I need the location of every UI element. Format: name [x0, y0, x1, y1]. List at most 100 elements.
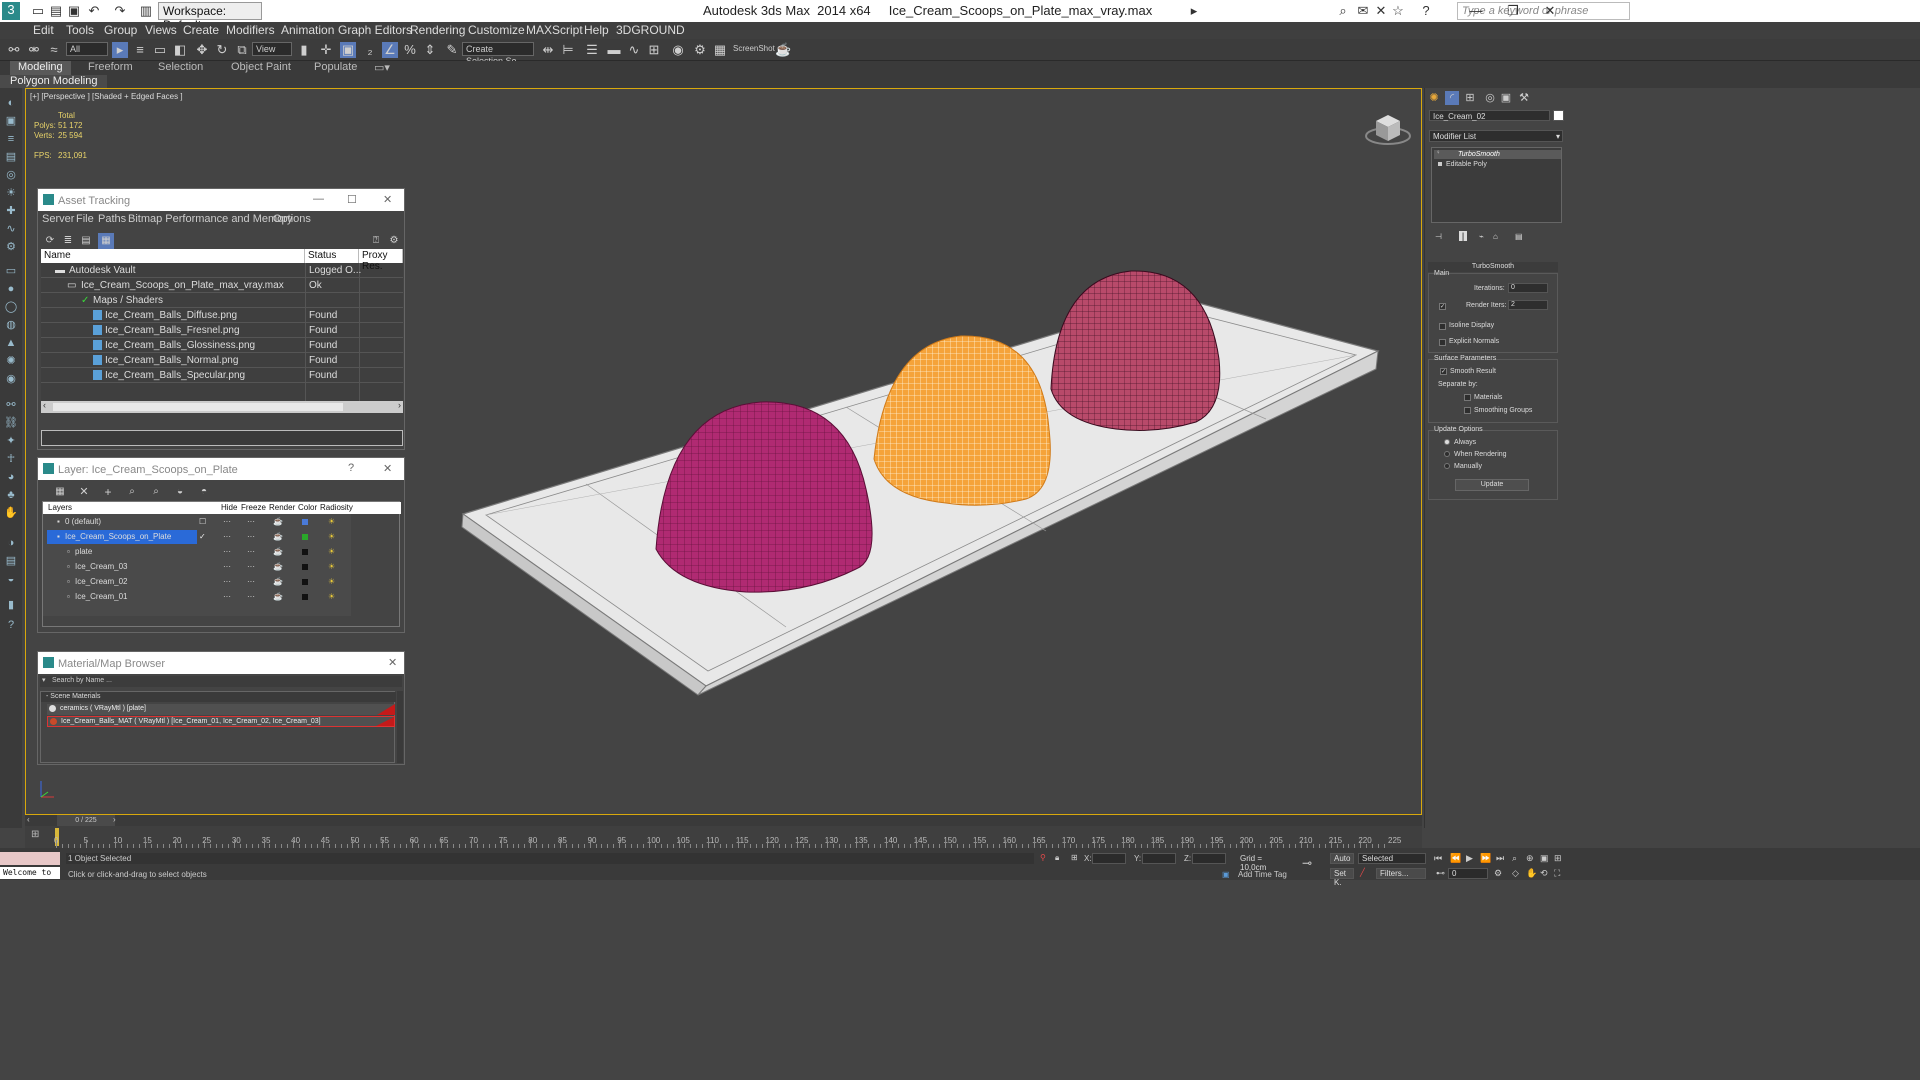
- angle-snap-icon[interactable]: ∠: [382, 42, 398, 58]
- always-radio[interactable]: [1444, 439, 1450, 445]
- zoom-all-icon[interactable]: ⊕: [1526, 853, 1534, 864]
- menu-file[interactable]: File: [76, 213, 94, 225]
- utilities-tab-icon[interactable]: ⚒: [1517, 91, 1531, 105]
- hierarchy-tab-icon[interactable]: ⊞: [1463, 91, 1477, 105]
- layer-row-ice-cream-scoops-on-plate[interactable]: ▪ Ice_Cream_Scoops_on_Plate ✓ ··· ··· ☕ …: [43, 530, 343, 544]
- render-teapot-icon[interactable]: ☕: [273, 577, 283, 586]
- select-object-icon[interactable]: ▸: [112, 42, 128, 58]
- selection-lock-icon[interactable]: 🔒︎: [1055, 853, 1059, 863]
- binoculars-icon[interactable]: ⌕: [1335, 3, 1351, 19]
- space-warp-icon[interactable]: ∿: [4, 222, 18, 236]
- keyboard-shortcut-override-icon[interactable]: ▣: [340, 42, 356, 58]
- search-expand-icon[interactable]: ▸: [1186, 3, 1202, 19]
- display-tab-icon[interactable]: ▣: [1499, 91, 1513, 105]
- undo-icon[interactable]: ↶: [86, 3, 102, 19]
- freeze-toggle[interactable]: ···: [247, 517, 255, 526]
- maximize-icon[interactable]: ❐: [1505, 3, 1521, 19]
- geosphere-tool-icon[interactable]: ◉: [4, 372, 18, 386]
- render-tool-icon[interactable]: ▣: [4, 114, 18, 128]
- list-view-icon[interactable]: ≣: [60, 233, 76, 249]
- menu-3dground[interactable]: 3DGROUND: [616, 23, 685, 37]
- layer-row-default[interactable]: ▪ 0 (default) ☐ ··· ··· ☕ ☀: [43, 515, 343, 529]
- rectangular-selection-icon[interactable]: ▭: [152, 42, 168, 58]
- current-layer-check-icon[interactable]: ✓: [199, 532, 206, 541]
- freeze-all-layers-icon[interactable]: ◓: [196, 484, 212, 500]
- box-tool-icon[interactable]: ▭: [4, 264, 18, 278]
- column-layers[interactable]: Layers: [48, 503, 72, 512]
- camera-tool-icon[interactable]: ◎: [4, 168, 18, 182]
- scroll-left-icon[interactable]: ‹: [43, 400, 46, 410]
- minimize-icon[interactable]: —: [1468, 3, 1484, 19]
- settings-icon[interactable]: ⚙: [386, 233, 402, 249]
- help-icon[interactable]: ?: [1418, 3, 1434, 19]
- column-proxy-res[interactable]: Proxy Res.: [359, 249, 403, 272]
- move-icon[interactable]: ✥: [194, 42, 210, 58]
- freeze-toggle[interactable]: ···: [247, 532, 255, 541]
- make-unique-icon[interactable]: ⌁: [1479, 232, 1484, 241]
- named-selection-dropdown[interactable]: Create Selection Se: [462, 42, 534, 66]
- modify-tab-icon[interactable]: ◜: [1445, 91, 1459, 105]
- column-status[interactable]: Status: [305, 249, 359, 263]
- layer-color-swatch[interactable]: [302, 564, 308, 570]
- material-browser-titlebar[interactable]: Material/Map Browser ✕: [38, 652, 404, 674]
- menu-modifiers[interactable]: Modifiers: [226, 23, 275, 37]
- remove-modifier-icon[interactable]: ⌂: [1493, 232, 1498, 241]
- x-coordinate-field[interactable]: [1092, 853, 1126, 864]
- pan-icon[interactable]: ✋: [1526, 868, 1537, 879]
- show-end-result-icon[interactable]: |: [1459, 231, 1467, 241]
- scrollbar-thumb[interactable]: [53, 403, 343, 411]
- motion-tab-icon[interactable]: ◎: [1483, 91, 1497, 105]
- screenshot-label[interactable]: ScreenShot: [733, 44, 775, 53]
- z-coordinate-field[interactable]: [1192, 853, 1226, 864]
- redo-icon[interactable]: ↷: [112, 3, 128, 19]
- left-help-icon[interactable]: ?: [4, 618, 18, 632]
- orbit-icon[interactable]: ⟲: [1540, 868, 1548, 879]
- y-coordinate-field[interactable]: [1142, 853, 1176, 864]
- menu-tools[interactable]: Tools: [66, 23, 94, 37]
- create-tab-icon[interactable]: ✺: [1427, 91, 1441, 105]
- layer-row-ice-cream-01[interactable]: ▫ Ice_Cream_01 ··· ··· ☕ ☀: [43, 590, 343, 604]
- select-and-link-icon[interactable]: ⚯: [6, 42, 22, 58]
- maxscript-listener-input[interactable]: Welcome to: [0, 867, 60, 879]
- frame-counter[interactable]: 0 / 225: [57, 815, 115, 826]
- menu-bitmap-performance[interactable]: Bitmap Performance and Memory: [128, 213, 292, 225]
- current-frame-field[interactable]: 0: [1448, 868, 1488, 879]
- table-row[interactable]: Ice_Cream_Balls_Fresnel.png Found: [41, 324, 403, 338]
- menu-paths[interactable]: Paths: [98, 213, 126, 225]
- tab-modeling[interactable]: Modeling: [10, 61, 71, 75]
- track-bar[interactable]: ⊞ 05101520253035404550556065707580859095…: [25, 826, 1422, 848]
- column-hide[interactable]: Hide: [221, 503, 237, 512]
- new-file-icon[interactable]: ▭: [30, 3, 46, 19]
- schematic-view-icon[interactable]: ⊞: [646, 42, 662, 58]
- system-tool-icon[interactable]: ⚙: [4, 240, 18, 254]
- layer-color-swatch[interactable]: [302, 579, 308, 585]
- torus-tool-icon[interactable]: ◍: [4, 318, 18, 332]
- rotate-icon[interactable]: ↻: [214, 42, 230, 58]
- object-color-swatch[interactable]: [1553, 110, 1564, 121]
- previous-key-icon[interactable]: ⏪: [1450, 853, 1461, 864]
- menu-rendering[interactable]: Rendering: [410, 23, 465, 37]
- layer-row-ice-cream-03[interactable]: ▫ Ice_Cream_03 ··· ··· ☕ ☀: [43, 560, 343, 574]
- render-teapot-icon[interactable]: ☕: [775, 42, 791, 58]
- when-rendering-radio[interactable]: [1444, 451, 1450, 457]
- stack-expand-icon[interactable]: [1438, 162, 1442, 166]
- modifier-list-dropdown[interactable]: Modifier List ▾: [1429, 130, 1563, 142]
- project-folder-icon[interactable]: ▥: [138, 3, 154, 19]
- set-key-button[interactable]: Set K.: [1330, 868, 1354, 887]
- materials-checkbox[interactable]: [1464, 394, 1471, 401]
- layer-manager-icon[interactable]: ☰: [584, 42, 600, 58]
- tab-selection[interactable]: Selection: [150, 61, 211, 75]
- table-row[interactable]: Ice_Cream_Balls_Glossiness.png Found: [41, 339, 403, 353]
- render-iters-checkbox[interactable]: ✓: [1439, 303, 1446, 310]
- absolute-mode-icon[interactable]: ⊞: [1071, 853, 1078, 862]
- display-tool-icon[interactable]: ◒: [4, 572, 18, 586]
- explicit-normals-checkbox[interactable]: [1439, 339, 1446, 346]
- help-lookup-icon[interactable]: ⍰: [368, 233, 384, 249]
- current-layer-box-icon[interactable]: ☐: [199, 517, 206, 526]
- maxscript-listener-top[interactable]: [0, 852, 60, 865]
- layer-help-button[interactable]: ?: [348, 462, 354, 474]
- radiosity-sun-icon[interactable]: ☀: [328, 532, 335, 541]
- stack-item-turbosmooth[interactable]: ♀ TurboSmooth: [1434, 150, 1561, 159]
- render-setup-icon[interactable]: ⚙: [692, 42, 708, 58]
- detail-view-icon[interactable]: ▤: [78, 233, 94, 249]
